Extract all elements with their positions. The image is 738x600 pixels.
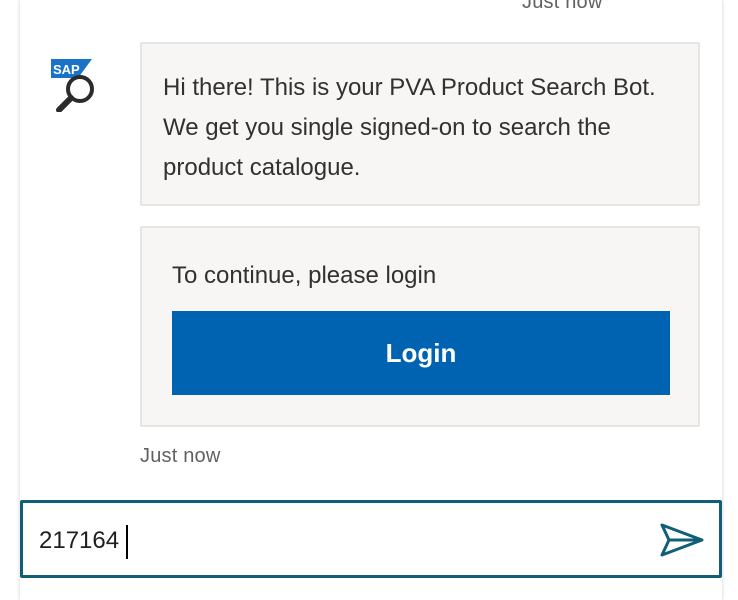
sap-logo-text: SAP [53, 62, 80, 77]
send-button[interactable] [659, 519, 705, 561]
message-timestamp: Just now [522, 0, 603, 13]
login-prompt-text: To continue, please login [172, 262, 437, 289]
message-input[interactable] [39, 521, 639, 561]
text-caret [126, 525, 128, 559]
send-icon [660, 523, 704, 557]
message-composer [20, 500, 722, 578]
login-card: To continue, please login Login [140, 226, 700, 427]
message-timestamp: Just now [140, 445, 221, 467]
bot-greeting-message: Hi there! This is your PVA Product Searc… [140, 42, 700, 206]
login-button[interactable]: Login [172, 311, 670, 395]
sap-search-magnifier-icon: SAP [51, 59, 94, 113]
greeting-text: Hi there! This is your PVA Product Searc… [163, 74, 656, 181]
bot-avatar: SAP [50, 58, 98, 113]
